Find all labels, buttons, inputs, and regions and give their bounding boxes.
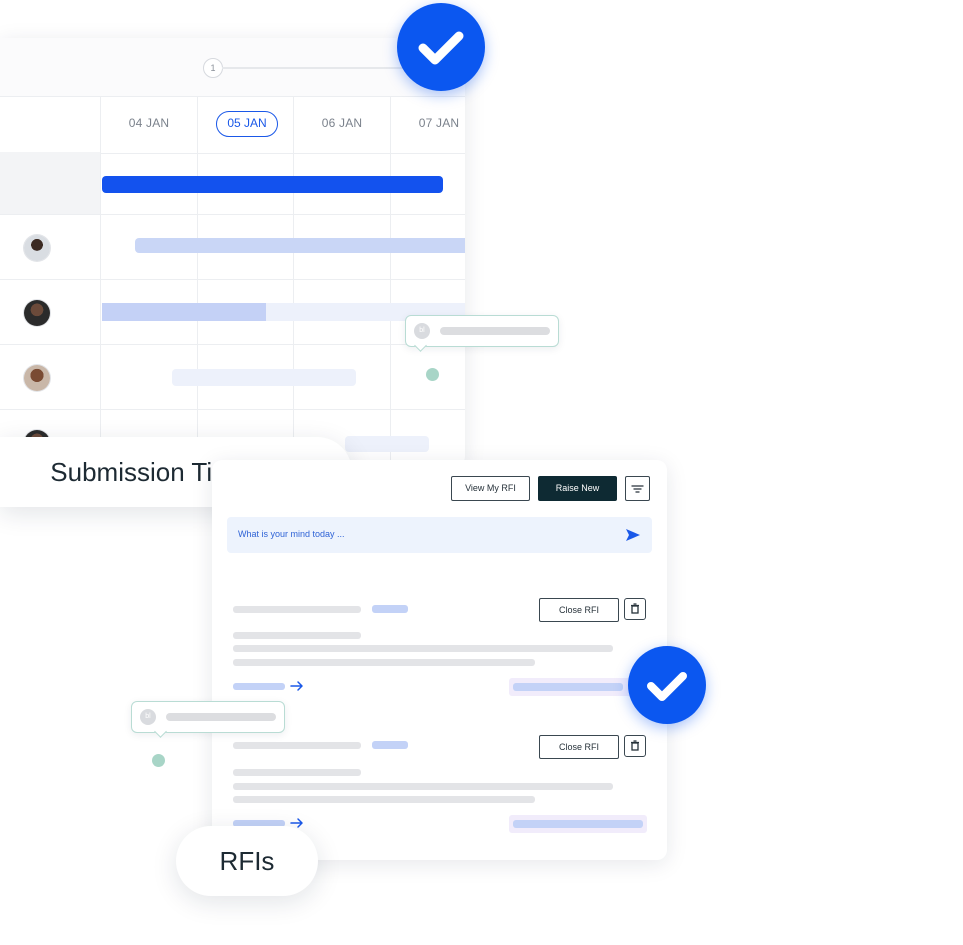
check-badge-timeline: [397, 3, 485, 91]
date-column-07-jan[interactable]: 07 JAN: [391, 116, 465, 130]
grid-row-divider: [0, 214, 465, 215]
trash-icon: [631, 740, 639, 751]
rfis-label: RFIs: [176, 826, 318, 896]
compose-placeholder: What is your mind today ...: [238, 529, 345, 539]
comment-bubble[interactable]: bl: [131, 701, 285, 733]
timeline-bar-task-2-progress[interactable]: [102, 303, 266, 321]
avatar: [24, 365, 50, 391]
send-icon[interactable]: [625, 528, 641, 542]
timeline-bar-task-4[interactable]: [345, 436, 429, 452]
avatar: [24, 300, 50, 326]
close-rfi-button[interactable]: Close RFI: [539, 735, 619, 759]
rfi-body-placeholder: [233, 659, 535, 666]
comment-avatar: bl: [140, 709, 156, 725]
grid-column-divider: [293, 96, 294, 468]
comment-avatar: bl: [414, 323, 430, 339]
rfi-link-placeholder[interactable]: [233, 683, 285, 690]
filter-icon: [631, 485, 644, 493]
filter-button[interactable]: [625, 476, 650, 501]
timeline-bar-task-3[interactable]: [172, 369, 356, 386]
date-column-06-jan[interactable]: 06 JAN: [294, 116, 390, 130]
close-rfi-button[interactable]: Close RFI: [539, 598, 619, 622]
timeline-bar-task-1[interactable]: [135, 238, 465, 253]
rfi-body-placeholder: [233, 796, 535, 803]
grid-row-divider: [0, 279, 465, 280]
comment-text-placeholder: [440, 327, 550, 335]
comment-bubble[interactable]: bl: [405, 315, 559, 347]
rfi-meta-placeholder: [513, 683, 623, 691]
grid-column-divider: [100, 96, 101, 468]
view-my-rfi-button[interactable]: View My RFI: [451, 476, 530, 501]
rfi-meta-placeholder: [513, 820, 643, 828]
step-indicator[interactable]: 1: [203, 58, 223, 78]
check-badge-rfi: [628, 646, 706, 724]
rfi-compose-input[interactable]: What is your mind today ...: [227, 517, 652, 553]
comment-text-placeholder: [166, 713, 276, 721]
rfi-title-placeholder: [233, 606, 361, 613]
grid-row-divider: [0, 344, 465, 345]
rfi-body-placeholder: [233, 769, 361, 776]
comment-anchor-dot: [426, 368, 439, 381]
timeline-bar-group[interactable]: [102, 176, 443, 193]
comment-anchor-dot: [152, 754, 165, 767]
grid-row-divider: [0, 409, 465, 410]
rfi-tag-placeholder: [372, 741, 408, 749]
arrow-right-icon[interactable]: [290, 680, 304, 692]
trash-icon: [631, 603, 639, 614]
delete-rfi-button[interactable]: [624, 598, 646, 620]
rfi-card: View My RFI Raise New What is your mind …: [212, 460, 667, 860]
date-column-04-jan[interactable]: 04 JAN: [101, 116, 197, 130]
check-icon: [647, 672, 687, 701]
rfi-body-placeholder: [233, 783, 613, 790]
grid-column-divider: [197, 96, 198, 468]
step-progress-line: [222, 67, 422, 69]
grid-column-divider: [390, 96, 391, 468]
group-row-label-cell: [0, 152, 100, 214]
date-column-05-jan-selected[interactable]: 05 JAN: [216, 111, 278, 137]
check-icon: [418, 31, 464, 65]
raise-new-button[interactable]: Raise New: [538, 476, 617, 501]
delete-rfi-button[interactable]: [624, 735, 646, 757]
rfi-title-placeholder: [233, 742, 361, 749]
rfi-tag-placeholder: [372, 605, 408, 613]
rfi-body-placeholder: [233, 645, 613, 652]
submission-timeline-card: 1 04 JAN 05 JAN 06 JAN 07 JAN: [0, 38, 465, 468]
avatar: [24, 235, 50, 261]
rfi-body-placeholder: [233, 632, 361, 639]
